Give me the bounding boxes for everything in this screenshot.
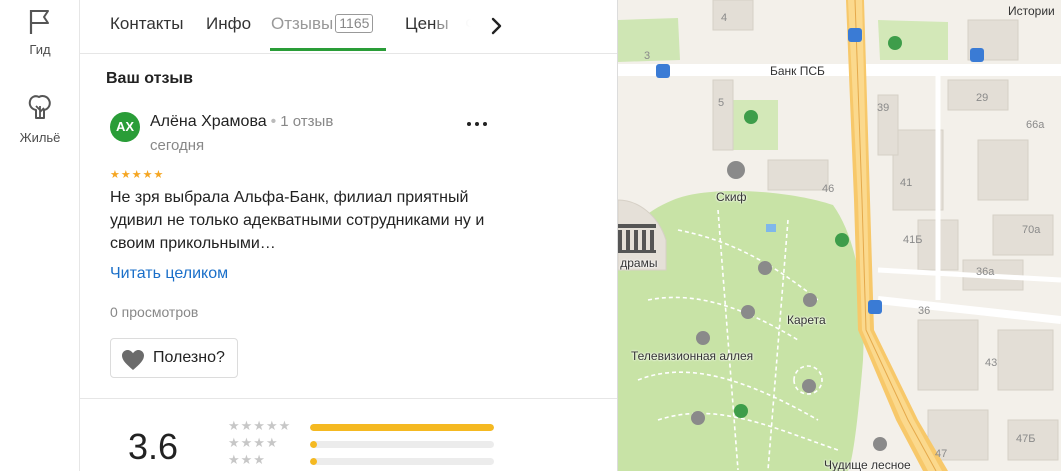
tab-bar: Контакты Инфо Отзывы1165 Цены Ф xyxy=(80,0,617,54)
rail-housing-label: Жильё xyxy=(19,130,61,145)
house-number: 36 xyxy=(918,305,931,317)
house-number: 4 xyxy=(721,12,728,24)
read-more-link[interactable]: Читать целиком xyxy=(110,265,228,283)
house-number: 66а xyxy=(1026,119,1045,131)
flag-icon xyxy=(29,10,49,34)
review-author-line: Алёна Храмова • 1 отзыв xyxy=(150,113,333,131)
distribution-stars: ★★★★ xyxy=(228,435,279,450)
left-rail: Гид Жильё xyxy=(0,0,80,471)
review-text: Не зря выбрала Альфа-Банк, филиал приятн… xyxy=(110,189,485,252)
house-number: 41Б xyxy=(903,234,923,246)
distribution-stars: ★★★ xyxy=(228,452,266,467)
rating-value: 3.6 xyxy=(128,426,179,467)
tab-info-label: Инфо xyxy=(206,14,252,33)
map-canvas xyxy=(618,0,1061,471)
map-view[interactable]: Банк ПСБ Истории Театр драмы Скиф Карета… xyxy=(618,0,1061,471)
rail-item-guide[interactable]: Гид xyxy=(0,8,80,57)
author-separator-dot: • xyxy=(270,113,277,130)
tabs-next-button[interactable] xyxy=(484,14,508,38)
app: Гид Жильё Контакты Инфо Отзывы 1165 Цены … xyxy=(0,0,1061,471)
distribution-bar xyxy=(310,424,494,431)
author-reviews-count: 1 отзыв xyxy=(280,113,334,130)
avatar[interactable]: АХ xyxy=(110,112,140,142)
distribution-fill xyxy=(310,458,318,465)
map-poi-kareta[interactable]: Карета xyxy=(787,313,826,327)
useful-button-label: Полезно? xyxy=(153,349,225,366)
house-number: 41 xyxy=(900,177,913,189)
house-number: 29 xyxy=(976,92,989,104)
review-views: 0 просмотров xyxy=(110,304,199,320)
review-stars: ★★★★★ xyxy=(110,169,165,181)
housing-icon xyxy=(28,95,51,119)
tab-contacts[interactable]: Контакты xyxy=(110,14,183,34)
map-poi-theatre[interactable]: Театр драмы xyxy=(618,256,657,270)
map-poi-chudishche[interactable]: Чудище лесное xyxy=(824,458,911,471)
tab-contacts-label: Контакты xyxy=(110,14,184,33)
distribution-bar xyxy=(310,458,494,465)
map-street-label: Банк ПСБ xyxy=(770,64,825,78)
rail-item-housing[interactable]: Жильё xyxy=(0,94,80,145)
map-poi-tv-alley[interactable]: Телевизионная аллея xyxy=(631,349,753,363)
distribution-fill xyxy=(310,441,318,448)
place-panel: Контакты Инфо Отзывы1165 Цены Ф Ваш отзы… xyxy=(80,0,618,471)
distribution-bar xyxy=(310,441,494,448)
your-review-title: Ваш отзыв xyxy=(106,70,193,87)
house-number: 47 xyxy=(935,448,948,460)
heart-icon xyxy=(122,350,144,370)
house-number: 5 xyxy=(718,97,725,109)
distribution-stars: ★★★★★ xyxy=(228,418,292,433)
rail-guide-label: Гид xyxy=(29,42,51,57)
tab-reviews[interactable]: Отзывы 1165 xyxy=(271,14,374,34)
house-number: 46 xyxy=(822,183,835,195)
house-number: 70а xyxy=(1022,224,1041,236)
reviews-count-badge: 1165 xyxy=(335,14,374,33)
map-district-label: Истории xyxy=(1008,4,1055,18)
tab-reviews-label: Отзывы xyxy=(271,14,334,33)
chevron-right-icon xyxy=(491,17,502,35)
house-number: 47Б xyxy=(1016,433,1036,445)
house-number: 3 xyxy=(644,50,651,62)
house-number: 43 xyxy=(985,357,998,369)
useful-button[interactable]: Полезно? xyxy=(110,338,238,378)
distribution-fill xyxy=(310,424,494,431)
rating-distribution-row: ★★★★★ xyxy=(228,418,508,434)
review-more-button[interactable] xyxy=(462,116,492,132)
house-number: 36а xyxy=(976,266,995,278)
more-dots-icon xyxy=(467,122,487,126)
rating-distribution-row: ★★★ xyxy=(228,452,508,468)
author-name[interactable]: Алёна Храмова xyxy=(150,113,267,130)
map-poi-skif[interactable]: Скиф xyxy=(716,190,747,204)
tab-info[interactable]: Инфо xyxy=(206,14,251,34)
active-tab-indicator xyxy=(270,48,386,51)
house-number: 39 xyxy=(877,102,890,114)
review-date: сегодня xyxy=(150,137,205,154)
rating-distribution-row: ★★★★ xyxy=(228,435,508,451)
section-divider xyxy=(80,398,617,399)
